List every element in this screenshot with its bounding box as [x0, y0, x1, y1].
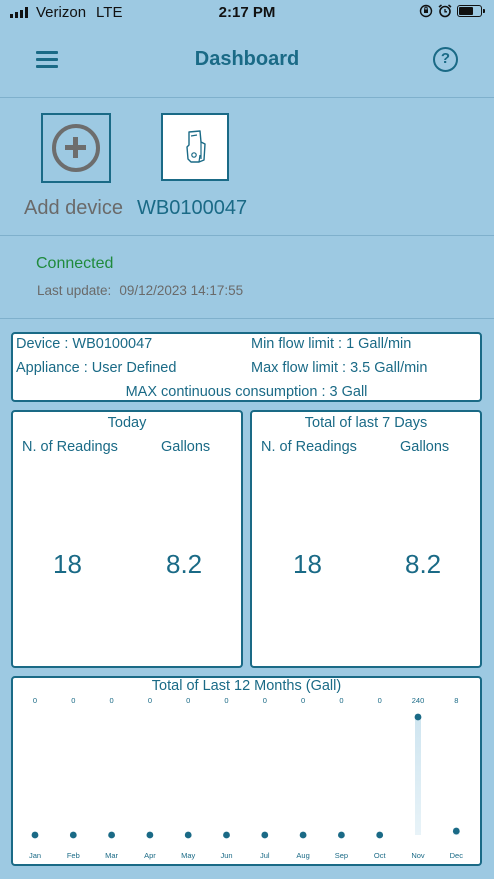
add-device-label[interactable]: Add device	[24, 197, 123, 220]
x-tick-label: Jun	[220, 851, 232, 860]
add-circle-icon	[52, 124, 100, 172]
max-flow-limit: Max flow limit : 3.5 Gall/min	[251, 360, 428, 376]
x-tick-label: Mar	[105, 851, 118, 860]
data-point	[184, 831, 192, 839]
value-label: 0	[71, 696, 75, 705]
device-id-text: Device : WB0100047	[16, 336, 153, 352]
last-update-value: 09/12/2023 14:17:55	[119, 283, 244, 298]
data-point	[376, 831, 384, 839]
value-label: 8	[454, 696, 458, 705]
week-card: Total of last 7 Days N. of Readings Gall…	[250, 410, 482, 668]
app-header: Dashboard ?	[0, 26, 494, 98]
data-point	[338, 831, 345, 839]
week-gallons-label: Gallons	[400, 439, 450, 455]
data-point	[146, 831, 154, 839]
data-point	[452, 827, 460, 835]
value-label: 0	[301, 696, 305, 705]
data-point	[69, 831, 77, 839]
help-icon[interactable]: ?	[433, 47, 458, 72]
x-tick-label: Dec	[450, 851, 464, 860]
value-label: 0	[263, 696, 267, 705]
today-readings-label: N. of Readings	[22, 439, 118, 455]
today-gallons-value: 8.2	[166, 549, 203, 579]
status-bar: Verizon LTE 2:17 PM	[0, 0, 494, 26]
value-label: 240	[412, 696, 425, 705]
x-tick-label: Sep	[335, 851, 348, 860]
week-gallons-value: 8.2	[405, 549, 442, 579]
bar	[415, 717, 421, 835]
x-tick-label: Apr	[144, 851, 156, 860]
x-tick-label: Oct	[374, 851, 387, 860]
value-label: 0	[110, 696, 114, 705]
monthly-chart: 0 Jan 0 Feb 0 Mar 0 Apr 0 May 0 Jun 0 Jul 0 Aug 0 Sep 0 Oct…	[29, 696, 464, 860]
value-label: 0	[33, 696, 37, 705]
orientation-lock-icon	[419, 4, 433, 18]
x-tick-label: Jan	[29, 851, 41, 860]
x-tick-label: Feb	[67, 851, 80, 860]
data-point	[31, 831, 39, 839]
today-title: Today	[107, 415, 147, 431]
week-title: Total of last 7 Days	[304, 415, 428, 431]
value-label: 0	[339, 696, 343, 705]
data-point	[261, 831, 269, 839]
water-meter-icon	[186, 130, 206, 163]
x-tick-label: Aug	[296, 851, 309, 860]
battery-icon	[457, 5, 485, 17]
data-point	[299, 831, 307, 839]
data-point	[223, 831, 230, 839]
data-point	[414, 713, 422, 721]
page-title: Dashboard	[194, 48, 300, 70]
device-id-label[interactable]: WB0100047	[137, 197, 247, 220]
alarm-icon	[438, 4, 452, 18]
connection-status: Connected	[36, 255, 114, 272]
add-device-button[interactable]	[41, 113, 111, 183]
monthly-chart-card: Total of Last 12 Months (Gall) 0 Jan 0 Feb 0…	[11, 676, 482, 866]
x-tick-label: Jul	[260, 851, 270, 860]
week-readings-value: 18	[293, 549, 322, 579]
last-update-label: Last update:	[37, 283, 112, 298]
x-tick-label: May	[181, 851, 195, 860]
appliance-type: Appliance : User Defined	[16, 360, 177, 376]
today-readings-value: 18	[53, 549, 82, 579]
value-label: 0	[186, 696, 190, 705]
device-button[interactable]	[161, 113, 229, 181]
today-card: Today N. of Readings Gallons 18 8.2	[11, 410, 243, 668]
last-update: Last update: 09/12/2023 14:17:55	[37, 283, 243, 298]
min-flow-limit: Min flow limit : 1 Gall/min	[251, 336, 412, 352]
x-tick-label: Nov	[411, 851, 425, 860]
week-readings-label: N. of Readings	[261, 439, 357, 455]
value-label: 0	[224, 696, 228, 705]
value-label: 0	[378, 696, 382, 705]
value-label: 0	[148, 696, 152, 705]
today-gallons-label: Gallons	[161, 439, 211, 455]
device-info-card: Device : WB0100047 Min flow limit : 1 Ga…	[11, 332, 482, 402]
connection-section: Connected Last update: 09/12/2023 14:17:5…	[0, 237, 494, 319]
data-point	[108, 831, 115, 839]
status-right	[419, 4, 485, 18]
max-continuous-consumption: MAX continuous consumption : 3 Gall	[125, 384, 368, 400]
device-selector: Add device WB0100047	[0, 99, 494, 236]
